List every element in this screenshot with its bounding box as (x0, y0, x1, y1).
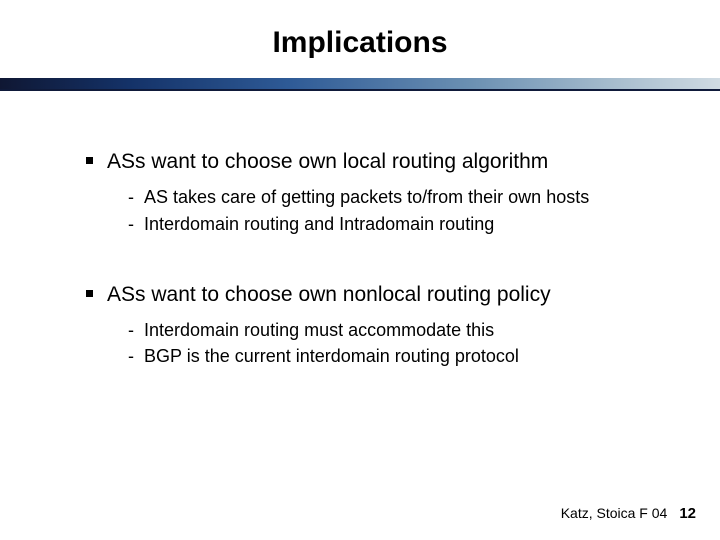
sub-bullet-item: - AS takes care of getting packets to/fr… (128, 183, 660, 209)
dash-icon: - (128, 318, 134, 342)
footer-credit: Katz, Stoica F 04 (561, 505, 668, 521)
dash-icon: - (128, 185, 134, 209)
content-area: ASs want to choose own local routing alg… (0, 91, 720, 369)
bullet-item: ASs want to choose own local routing alg… (86, 149, 660, 236)
sub-bullet-text: Interdomain routing must accommodate thi… (144, 318, 494, 342)
dash-icon: - (128, 344, 134, 368)
slide-title: Implications (0, 0, 720, 78)
sub-bullet-item: - BGP is the current interdomain routing… (128, 342, 660, 368)
bullet-text: ASs want to choose own nonlocal routing … (107, 282, 551, 308)
page-number: 12 (679, 505, 696, 522)
square-bullet-icon (86, 290, 93, 297)
sub-bullet-text: BGP is the current interdomain routing p… (144, 344, 519, 368)
accent-bar (0, 78, 720, 89)
sub-bullet-item: - Interdomain routing and Intradomain ro… (128, 210, 660, 236)
sub-bullet-text: Interdomain routing and Intradomain rout… (144, 212, 494, 236)
dash-icon: - (128, 212, 134, 236)
bullet-item: ASs want to choose own nonlocal routing … (86, 282, 660, 369)
slide: Implications ASs want to choose own loca… (0, 0, 720, 540)
footer: Katz, Stoica F 04 12 (561, 505, 696, 522)
square-bullet-icon (86, 157, 93, 164)
bullet-text: ASs want to choose own local routing alg… (107, 149, 548, 175)
sub-bullet-item: - Interdomain routing must accommodate t… (128, 316, 660, 342)
sub-bullet-text: AS takes care of getting packets to/from… (144, 185, 589, 209)
